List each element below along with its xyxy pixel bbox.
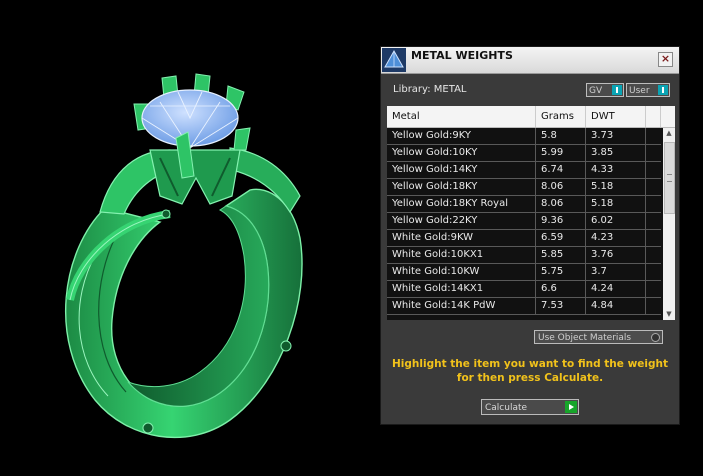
table-row[interactable]: Yellow Gold:14KY 6.74 4.33 bbox=[387, 162, 661, 179]
grams-cell: 8.06 bbox=[536, 179, 586, 195]
grams-cell: 5.85 bbox=[536, 247, 586, 263]
table-row[interactable]: Yellow Gold:18KY 8.06 5.18 bbox=[387, 179, 661, 196]
table-row[interactable]: White Gold:14KX1 6.6 4.24 bbox=[387, 281, 661, 298]
grams-cell: 5.8 bbox=[536, 128, 586, 144]
toggle-switch-icon bbox=[658, 85, 668, 95]
toggle-switch-icon bbox=[612, 85, 622, 95]
dwt-cell: 4.23 bbox=[586, 230, 646, 246]
table-scrollbar[interactable]: ▲ ▼ bbox=[663, 128, 675, 320]
column-header-dwt[interactable]: DWT bbox=[586, 106, 646, 127]
3d-viewport[interactable] bbox=[0, 0, 380, 472]
calculate-button[interactable]: Calculate bbox=[481, 399, 579, 415]
dwt-cell: 6.02 bbox=[586, 213, 646, 229]
grams-cell: 6.74 bbox=[536, 162, 586, 178]
scroll-up-icon[interactable]: ▲ bbox=[663, 128, 675, 139]
grams-cell: 5.75 bbox=[536, 264, 586, 280]
close-icon[interactable]: × bbox=[658, 52, 673, 67]
table-row[interactable]: White Gold:9KW 6.59 4.23 bbox=[387, 230, 661, 247]
dwt-cell: 3.76 bbox=[586, 247, 646, 263]
user-toggle-label: User bbox=[629, 86, 650, 96]
gv-toggle-label: GV bbox=[589, 86, 603, 96]
calculate-label: Calculate bbox=[485, 403, 528, 413]
table-row[interactable]: White Gold:10KX1 5.85 3.76 bbox=[387, 247, 661, 264]
table-row[interactable]: Yellow Gold:9KY 5.8 3.73 bbox=[387, 128, 661, 145]
column-header-grams[interactable]: Grams bbox=[536, 106, 586, 127]
metal-cell: White Gold:9KW bbox=[387, 230, 536, 246]
dwt-cell: 5.18 bbox=[586, 179, 646, 195]
column-header-metal[interactable]: Metal bbox=[387, 106, 536, 127]
table-row[interactable]: Yellow Gold:22KY 9.36 6.02 bbox=[387, 213, 661, 230]
dwt-cell: 3.85 bbox=[586, 145, 646, 161]
table-body: Yellow Gold:9KY 5.8 3.73 Yellow Gold:10KY 5.… bbox=[387, 128, 661, 315]
use-object-materials-option[interactable]: Use Object Materials bbox=[534, 330, 663, 344]
radio-icon[interactable] bbox=[651, 333, 660, 342]
metal-weights-dialog: METAL WEIGHTS × Library: METAL GV User M… bbox=[380, 46, 680, 425]
metal-cell: White Gold:14K PdW bbox=[387, 298, 536, 314]
column-header-extra bbox=[646, 106, 661, 127]
table-row[interactable]: Yellow Gold:18KY Royal 8.06 5.18 bbox=[387, 196, 661, 213]
instruction-text: Highlight the item you want to find the … bbox=[392, 358, 668, 384]
metal-cell: Yellow Gold:22KY bbox=[387, 213, 536, 229]
metal-cell: Yellow Gold:10KY bbox=[387, 145, 536, 161]
pyramid-icon bbox=[382, 48, 406, 72]
use-object-materials-label: Use Object Materials bbox=[538, 333, 632, 343]
metal-cell: Yellow Gold:18KY Royal bbox=[387, 196, 536, 212]
grams-cell: 9.36 bbox=[536, 213, 586, 229]
metal-cell: White Gold:10KX1 bbox=[387, 247, 536, 263]
metal-cell: Yellow Gold:18KY bbox=[387, 179, 536, 195]
dwt-cell: 5.18 bbox=[586, 196, 646, 212]
gv-toggle[interactable]: GV bbox=[586, 83, 624, 97]
scroll-down-icon[interactable]: ▼ bbox=[663, 309, 675, 320]
table-row[interactable]: Yellow Gold:10KY 5.99 3.85 bbox=[387, 145, 661, 162]
grams-cell: 6.59 bbox=[536, 230, 586, 246]
dwt-cell: 3.73 bbox=[586, 128, 646, 144]
grams-cell: 5.99 bbox=[536, 145, 586, 161]
metal-cell: White Gold:14KX1 bbox=[387, 281, 536, 297]
grams-cell: 8.06 bbox=[536, 196, 586, 212]
metal-cell: Yellow Gold:9KY bbox=[387, 128, 536, 144]
grams-cell: 6.6 bbox=[536, 281, 586, 297]
grams-cell: 7.53 bbox=[536, 298, 586, 314]
dialog-titlebar[interactable]: METAL WEIGHTS × bbox=[381, 47, 679, 74]
dwt-cell: 4.84 bbox=[586, 298, 646, 314]
table-header: Metal Grams DWT bbox=[387, 106, 675, 128]
user-toggle[interactable]: User bbox=[626, 83, 670, 97]
ring-model bbox=[64, 73, 303, 439]
library-label: Library: METAL bbox=[393, 84, 467, 95]
dwt-cell: 4.33 bbox=[586, 162, 646, 178]
scroll-thumb[interactable] bbox=[664, 142, 675, 214]
dwt-cell: 3.7 bbox=[586, 264, 646, 280]
metal-cell: Yellow Gold:14KY bbox=[387, 162, 536, 178]
metal-cell: White Gold:10KW bbox=[387, 264, 536, 280]
metal-table: Metal Grams DWT Yellow Gold:9KY 5.8 3.73 Ye… bbox=[387, 106, 675, 320]
table-row[interactable]: White Gold:10KW 5.75 3.7 bbox=[387, 264, 661, 281]
dwt-cell: 4.24 bbox=[586, 281, 646, 297]
table-row[interactable]: White Gold:14K PdW 7.53 4.84 bbox=[387, 298, 661, 315]
play-arrow-icon bbox=[565, 401, 577, 413]
dialog-title: METAL WEIGHTS bbox=[411, 49, 513, 62]
